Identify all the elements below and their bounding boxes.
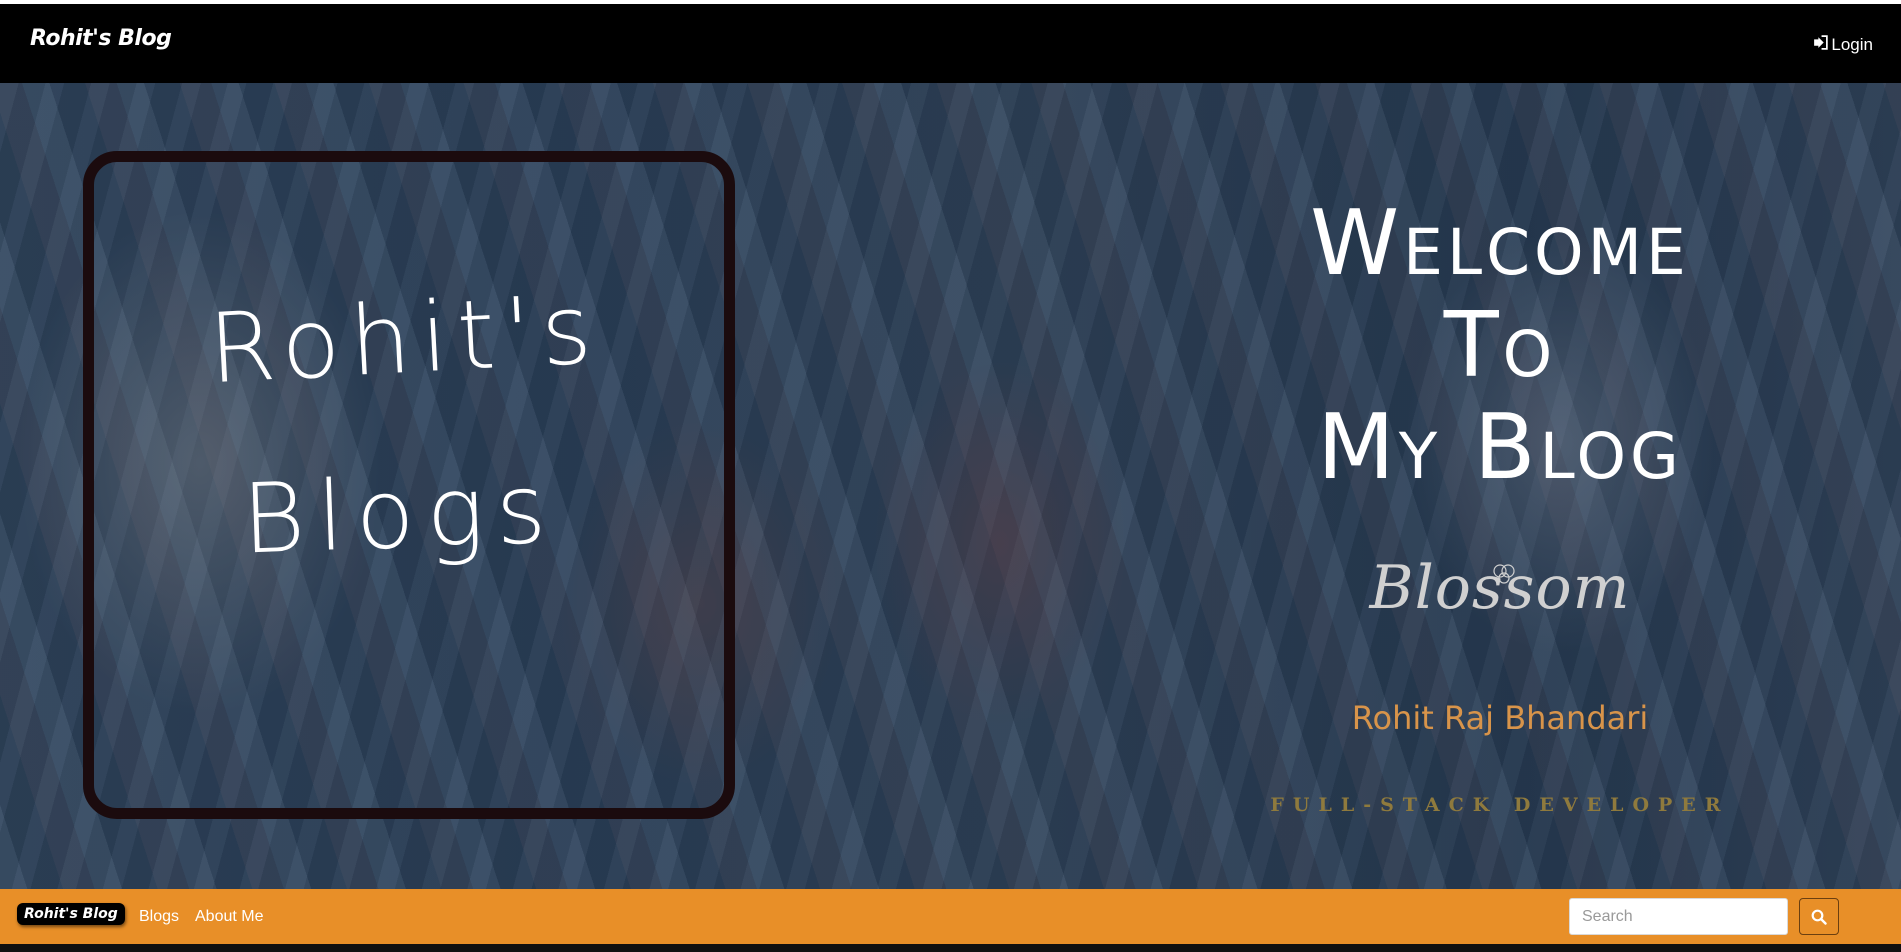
search-icon bbox=[1811, 909, 1827, 925]
secondary-navbar: Rohit's Blog Blogs About Me bbox=[0, 889, 1901, 944]
author-role: FULL-STACK DEVELOPER bbox=[1270, 794, 1730, 816]
welcome-heading: Welcome To My Blog bbox=[1240, 193, 1760, 499]
welcome-line-3: My Blog bbox=[1317, 395, 1683, 500]
sign-in-icon bbox=[1812, 34, 1829, 56]
navbar-brand[interactable]: Rohit's Blog bbox=[17, 903, 125, 925]
page-bottom-edge bbox=[0, 944, 1901, 952]
brand-logo[interactable]: Rohit's Blog bbox=[30, 26, 172, 51]
welcome-line-1: Welcome bbox=[1310, 191, 1690, 296]
search-button[interactable] bbox=[1799, 898, 1839, 935]
login-label: Login bbox=[1831, 35, 1873, 54]
search-input[interactable] bbox=[1569, 898, 1788, 935]
nav-link-blogs[interactable]: Blogs bbox=[139, 908, 179, 926]
nav-link-about-me[interactable]: About Me bbox=[195, 908, 263, 926]
signature-logo: Blossom bbox=[1369, 553, 1631, 623]
welcome-line-2: To bbox=[1443, 293, 1557, 398]
login-link[interactable]: Login bbox=[1812, 34, 1873, 56]
hero-banner: Rohit's Blogs Welcome To My Blog Blossom… bbox=[0, 83, 1901, 889]
frame-title-line-1: Rohit's bbox=[205, 272, 605, 406]
frame-title-line-2: Blogs bbox=[240, 452, 560, 576]
author-name: Rohit Raj Bhandari bbox=[1351, 699, 1649, 737]
top-navbar: Rohit's Blog Login bbox=[0, 4, 1901, 83]
